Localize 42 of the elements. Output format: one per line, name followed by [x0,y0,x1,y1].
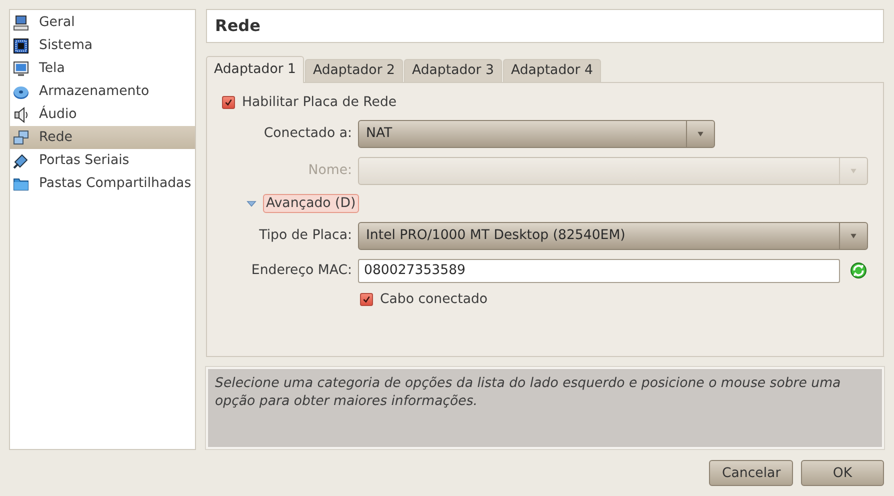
sidebar-item[interactable]: Tela [10,57,195,80]
sidebar-item[interactable]: Portas Seriais [10,149,195,172]
sidebar-item[interactable]: Armazenamento [10,80,195,103]
plug-icon [13,152,29,168]
expander[interactable]: Avançado (D) [263,194,359,213]
disk-icon [13,84,29,100]
dialog-button[interactable]: OK [801,460,884,486]
checkbox[interactable] [222,96,235,109]
check-icon [362,294,371,304]
tab[interactable]: Adaptador 1 [206,56,304,83]
info-text: Selecione uma categoria de opções da lista do lado esquerdo e posicione o mouse sobre uma opção para obter maiores informações. [206,367,884,450]
caret-icon [849,231,858,240]
sidebar-item[interactable]: Geral [10,11,195,34]
check-icon [224,98,233,107]
checkbox-label[interactable]: Cabo conectado [380,292,488,307]
field-label: Nome: [307,163,352,178]
dropdown[interactable]: NAT [358,120,715,148]
monitor-icon [13,60,29,76]
sidebar-item[interactable]: Áudio [10,103,195,126]
field-label: Endereço MAC: [250,263,352,278]
computer-icon [13,14,29,30]
mac-address-field[interactable]: 080027353589 [358,258,840,283]
caret-icon [849,166,858,176]
refresh-icon [850,262,867,280]
network-icon [13,130,29,146]
chip-icon [13,38,29,54]
sidebar-item[interactable]: Pastas Compartilhadas [10,172,195,195]
tab[interactable]: Adaptador 4 [502,58,601,82]
tab[interactable]: Adaptador 3 [404,58,502,82]
page-title: Rede [206,9,884,43]
dropdown[interactable]: Intel PRO/1000 MT Desktop (82540EM) [358,222,868,250]
folder-icon [13,176,29,192]
sidebar-item[interactable]: Sistema [10,34,195,57]
checkbox[interactable] [360,292,373,306]
dialog-button[interactable]: Cancelar [709,460,793,486]
field-label: Conectado a: [262,126,352,142]
checkbox-label[interactable]: Habilitar Placa de Rede [242,94,397,110]
speaker-icon [13,106,29,122]
caret-icon [696,129,705,138]
field-label: Tipo de Placa: [258,228,352,244]
tab[interactable]: Adaptador 2 [304,58,403,82]
sidebar-item[interactable]: Rede [10,126,195,149]
